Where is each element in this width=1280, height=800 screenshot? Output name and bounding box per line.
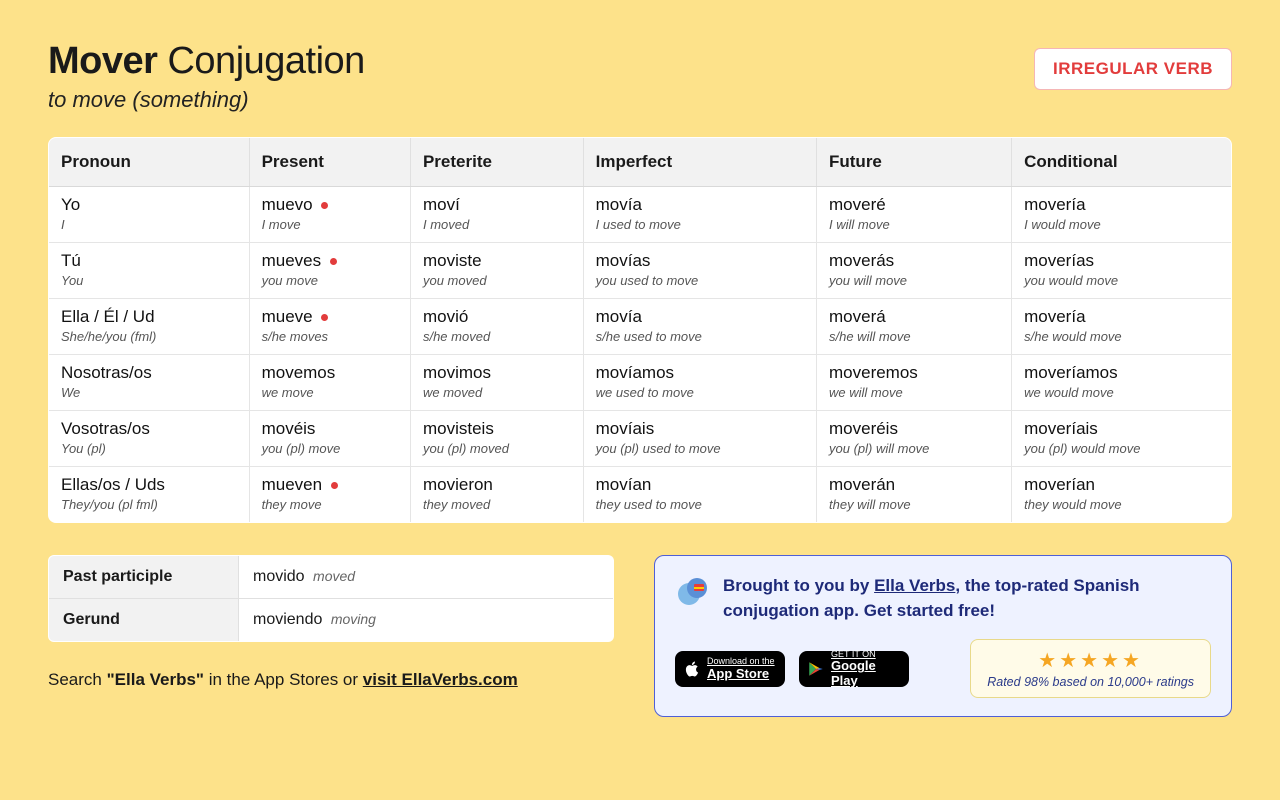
irregular-dot-icon <box>330 258 337 265</box>
page-title: Mover Conjugation <box>48 40 365 83</box>
stars-icon: ★★★★★ <box>987 648 1194 673</box>
preterite-cell: moviste you moved <box>410 243 583 299</box>
future-cell: moveréis you (pl) will move <box>817 411 1012 467</box>
conditional-cell: moveríamos we would move <box>1012 355 1232 411</box>
rating-box: ★★★★★ Rated 98% based on 10,000+ ratings <box>970 639 1211 698</box>
pronoun-cell: Nosotras/osWe <box>49 355 250 411</box>
preterite-cell: moví I moved <box>410 187 583 243</box>
google-play-button[interactable]: GET IT ONGoogle Play <box>799 651 909 687</box>
conditional-cell: movería I would move <box>1012 187 1232 243</box>
preterite-cell: movieron they moved <box>410 467 583 523</box>
irregular-dot-icon <box>331 482 338 489</box>
imperfect-cell: movían they used to move <box>583 467 816 523</box>
conjugation-table: PronounPresentPreteriteImperfectFutureCo… <box>48 137 1232 523</box>
table-row: TúYoumueves you movemoviste you movedmov… <box>49 243 1232 299</box>
future-cell: moveremos we will move <box>817 355 1012 411</box>
preterite-cell: movimos we moved <box>410 355 583 411</box>
visit-link[interactable]: visit EllaVerbs.com <box>363 670 518 689</box>
present-cell: movéis you (pl) move <box>249 411 410 467</box>
conditional-cell: moverías you would move <box>1012 243 1232 299</box>
promo-text: Brought to you by Ella Verbs, the top-ra… <box>723 574 1211 623</box>
future-cell: moverán they will move <box>817 467 1012 523</box>
future-cell: moverás you will move <box>817 243 1012 299</box>
promo-box: Brought to you by Ella Verbs, the top-ra… <box>654 555 1232 717</box>
present-cell: movemos we move <box>249 355 410 411</box>
table-row: Ella / Él / UdShe/he/you (fml)mueve s/he… <box>49 299 1232 355</box>
ella-verbs-link[interactable]: Ella Verbs <box>874 576 955 595</box>
table-row: Vosotras/osYou (pl)movéis you (pl) movem… <box>49 411 1232 467</box>
column-header: Imperfect <box>583 138 816 187</box>
past-participle-label: Past participle <box>49 556 239 599</box>
present-cell: muevo I move <box>249 187 410 243</box>
pronoun-cell: Ellas/os / UdsThey/you (pl fml) <box>49 467 250 523</box>
table-row: Nosotras/osWemovemos we movemovimos we m… <box>49 355 1232 411</box>
app-icon <box>675 574 711 610</box>
present-cell: mueves you move <box>249 243 410 299</box>
present-cell: mueve s/he moves <box>249 299 410 355</box>
present-cell: mueven they move <box>249 467 410 523</box>
search-line: Search "Ella Verbs" in the App Stores or… <box>48 670 614 690</box>
app-store-button[interactable]: Download on theApp Store <box>675 651 785 687</box>
imperfect-cell: movías you used to move <box>583 243 816 299</box>
conditional-cell: movería s/he would move <box>1012 299 1232 355</box>
conditional-cell: moverían they would move <box>1012 467 1232 523</box>
column-header: Pronoun <box>49 138 250 187</box>
future-cell: moveré I will move <box>817 187 1012 243</box>
irregular-dot-icon <box>321 314 328 321</box>
imperfect-cell: movía s/he used to move <box>583 299 816 355</box>
irregular-dot-icon <box>321 202 328 209</box>
column-header: Future <box>817 138 1012 187</box>
pronoun-cell: Vosotras/osYou (pl) <box>49 411 250 467</box>
column-header: Present <box>249 138 410 187</box>
gerund-value: moviendo moving <box>239 599 614 642</box>
forms-table: Past participle movido moved Gerund movi… <box>48 555 614 642</box>
pronoun-cell: TúYou <box>49 243 250 299</box>
preterite-cell: movió s/he moved <box>410 299 583 355</box>
preterite-cell: movisteis you (pl) moved <box>410 411 583 467</box>
pronoun-cell: Ella / Él / UdShe/he/you (fml) <box>49 299 250 355</box>
pronoun-cell: YoI <box>49 187 250 243</box>
verb-translation: to move (something) <box>48 87 365 113</box>
table-row: YoImuevo I movemoví I movedmovía I used … <box>49 187 1232 243</box>
conditional-cell: moveríais you (pl) would move <box>1012 411 1232 467</box>
future-cell: moverá s/he will move <box>817 299 1012 355</box>
imperfect-cell: movíais you (pl) used to move <box>583 411 816 467</box>
gerund-label: Gerund <box>49 599 239 642</box>
past-participle-value: movido moved <box>239 556 614 599</box>
column-header: Conditional <box>1012 138 1232 187</box>
irregular-badge: IRREGULAR VERB <box>1034 48 1232 90</box>
column-header: Preterite <box>410 138 583 187</box>
table-row: Ellas/os / UdsThey/you (pl fml)mueven th… <box>49 467 1232 523</box>
imperfect-cell: movíamos we used to move <box>583 355 816 411</box>
imperfect-cell: movía I used to move <box>583 187 816 243</box>
